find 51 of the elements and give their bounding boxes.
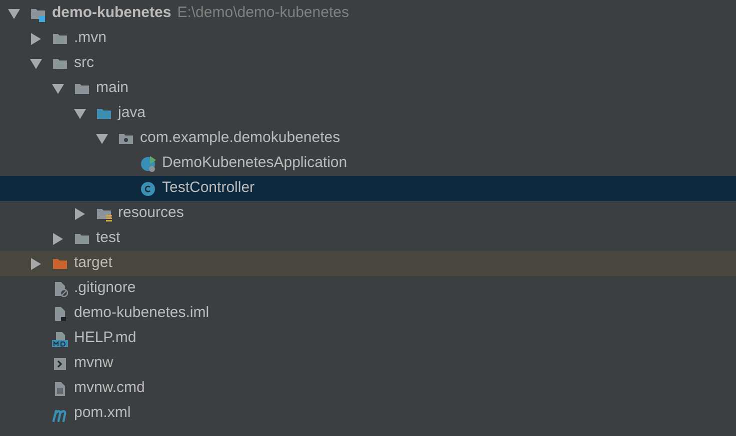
expanded-arrow-icon[interactable] (74, 108, 86, 120)
tree-row[interactable]: target (0, 251, 736, 276)
text-file-icon (52, 380, 68, 396)
tree-row[interactable]: .gitignore (0, 276, 736, 301)
tree-item-label: DemoKubenetesApplication (162, 153, 348, 174)
tree-item-label: com.example.demokubenetes (140, 128, 340, 148)
collapsed-arrow-icon[interactable] (74, 208, 86, 220)
tree-row[interactable]: TestController (0, 176, 736, 201)
collapsed-arrow-icon[interactable] (30, 32, 42, 44)
tree-item-label: main (96, 78, 129, 98)
tree-item-label: target (74, 253, 112, 274)
collapsed-arrow-icon[interactable] (52, 232, 64, 244)
tree-item-label: TestController (162, 178, 255, 198)
tree-row[interactable]: demo-kubenetes E:\demo\demo-kubenetes (0, 1, 736, 26)
tree-row[interactable]: mvnw.cmd (0, 376, 736, 401)
tree-item-label: .mvn (74, 28, 107, 48)
expanded-arrow-icon[interactable] (8, 8, 20, 20)
tree-item-label: demo-kubenetes (52, 3, 172, 24)
tree-item-label: .gitignore (74, 278, 136, 298)
tree-row[interactable]: test (0, 226, 736, 251)
expanded-arrow-icon[interactable] (96, 132, 108, 144)
class-icon (140, 180, 156, 196)
tree-item-label: pom.xml (74, 403, 131, 424)
tree-item-label: demo-kubenetes.iml (74, 303, 210, 324)
tree-item-label: java (118, 103, 146, 124)
project-path: E:\demo\demo-kubenetes (177, 3, 349, 24)
tree-item-label: HELP.md (74, 328, 136, 348)
tree-item-label: resources (118, 203, 184, 224)
tree-row[interactable]: main (0, 76, 736, 101)
markdown-file-icon (52, 330, 68, 346)
tree-row[interactable]: resources (0, 201, 736, 226)
terminal-icon (52, 356, 68, 372)
tree-row[interactable]: com.example.demokubenetes (0, 126, 736, 151)
file-icon (52, 280, 68, 296)
tree-row[interactable]: pom.xml (0, 401, 736, 426)
expanded-arrow-icon[interactable] (52, 82, 64, 94)
tree-row[interactable]: .mvn (0, 26, 736, 51)
tree-row[interactable]: demo-kubenetes.iml (0, 301, 736, 326)
tree-row[interactable]: src (0, 51, 736, 76)
file-icon (52, 306, 68, 322)
tree-item-label: mvnw.cmd (74, 378, 145, 398)
tree-item-label: mvnw (74, 353, 114, 374)
tree-row[interactable]: mvnw (0, 351, 736, 376)
expanded-arrow-icon[interactable] (30, 58, 42, 70)
class-run-icon (140, 156, 156, 172)
tree-row[interactable]: java (0, 101, 736, 126)
tree-item-label: test (96, 228, 120, 248)
tree-item-label: src (74, 53, 94, 74)
tree-row[interactable]: DemoKubenetesApplication (0, 151, 736, 176)
collapsed-arrow-icon[interactable] (30, 258, 42, 270)
tree-row[interactable]: HELP.md (0, 326, 736, 351)
